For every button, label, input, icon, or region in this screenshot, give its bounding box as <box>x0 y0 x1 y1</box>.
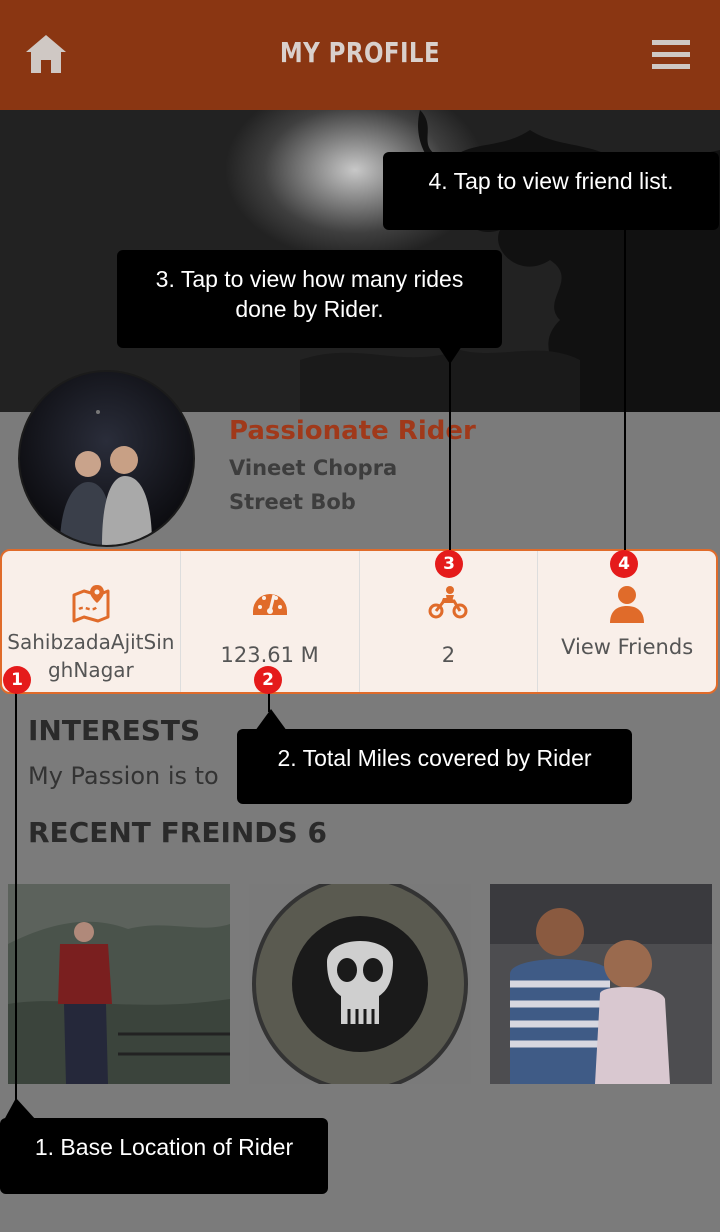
rider-name: Vineet Chopra <box>229 456 398 480</box>
interests-text: My Passion is to <box>28 762 219 790</box>
stat-base-location[interactable]: SahibzadaAjitSin ghNagar <box>2 551 181 692</box>
interests-heading: INTERESTS <box>28 714 201 747</box>
badge-2: 2 <box>254 666 282 694</box>
home-icon[interactable] <box>24 32 68 76</box>
friend-photo[interactable] <box>249 884 471 1084</box>
stats-bar: SahibzadaAjitSin ghNagar 123.61 M 2 View… <box>0 549 718 694</box>
user-icon <box>610 586 645 623</box>
recent-friends-heading: RECENT FREINDS 6 <box>28 816 327 849</box>
tooltip-connector <box>15 690 17 1100</box>
friend-photo[interactable] <box>490 884 712 1084</box>
motorcycle-icon <box>428 586 468 619</box>
tooltip-base-location: 1. Base Location of Rider <box>0 1118 328 1194</box>
badge-1: 1 <box>3 666 31 694</box>
rides-count-value: 2 <box>441 643 456 667</box>
tooltip-pointer <box>255 709 287 731</box>
friend-photo-image <box>8 884 230 1084</box>
speedometer-icon <box>252 594 287 615</box>
tooltip-friend-list: 4. Tap to view friend list. <box>383 152 719 230</box>
tooltip-pointer <box>4 1098 36 1120</box>
friend-photo-patch-image <box>249 884 471 1084</box>
friend-photo-family-image <box>490 884 712 1084</box>
profile-info: Passionate Rider Vineet Chopra Street Bo… <box>229 416 476 514</box>
rider-title: Passionate Rider <box>229 416 476 446</box>
friend-photo[interactable] <box>8 884 230 1084</box>
top-bar: MY PROFILE <box>0 0 720 110</box>
badge-4: 4 <box>610 550 638 578</box>
page-title: MY PROFILE <box>279 36 441 69</box>
avatar-photo <box>60 410 152 545</box>
hamburger-menu-icon[interactable] <box>652 40 690 70</box>
tooltip-connector <box>449 362 451 550</box>
map-location-icon <box>72 585 110 623</box>
profile-avatar[interactable] <box>18 370 195 547</box>
badge-3: 3 <box>435 550 463 578</box>
tooltip-rides: 3. Tap to view how many rides done by Ri… <box>117 250 502 348</box>
tooltip-connector <box>624 230 626 550</box>
tooltip-total-miles: 2. Total Miles covered by Rider <box>237 729 632 804</box>
rider-bike: Street Bob <box>229 490 356 514</box>
view-friends-label: View Friends <box>561 635 694 659</box>
total-miles-value: 123.61 M <box>220 643 319 667</box>
